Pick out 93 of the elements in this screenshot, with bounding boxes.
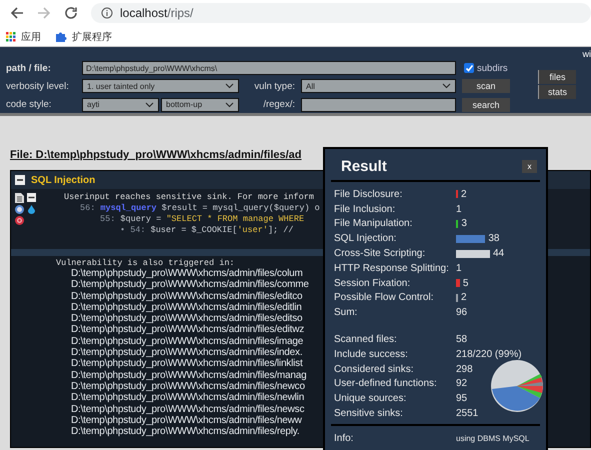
file-link[interactable]: D:\temp\phpstudy_pro\WWW\xhcms/admin/files/image	[56, 336, 304, 348]
file-link[interactable]: D:\temp\phpstudy_pro\WWW\xhcms/admin/files/newsc	[56, 404, 304, 415]
stat-label: HTTP Response Splitting:	[333, 262, 450, 274]
back-icon[interactable]	[10, 6, 24, 20]
stat-value: 5	[462, 278, 468, 289]
stat-value: 298	[456, 364, 473, 375]
stat-label: User-defined functions:	[333, 378, 438, 390]
stat-label: Unique sources:	[333, 393, 408, 404]
file-link[interactable]: D:\temp\phpstudy_pro\WWW\xhcms/admin/files/newco	[56, 380, 305, 392]
stat-label: Sensitive sinks:	[333, 408, 404, 420]
verbosity-dropdown[interactable]: 1. user tainted only	[82, 79, 239, 94]
stat-label: Scanned files:	[333, 334, 398, 346]
code-line: • 54: $user = $_COOKIE['user']; //	[119, 225, 294, 235]
bookmark[interactable]: 应用	[6, 30, 41, 44]
info-icon	[101, 7, 113, 19]
vulnerability-title: SQL Injection	[31, 174, 96, 186]
stat-value: 44	[493, 248, 504, 260]
info-value: using DBMS MySQL	[456, 434, 530, 443]
file-link[interactable]: D:\temp\phpstudy_pro\WWW\xhcms/admin/files/index.	[56, 347, 302, 358]
search-button[interactable]: search	[462, 98, 510, 112]
scan-button[interactable]: scan	[462, 79, 510, 94]
address-bar[interactable]: localhost/rips/	[91, 3, 591, 23]
stat-value: 3	[461, 218, 467, 230]
side-tab-button[interactable]: stats	[538, 85, 576, 99]
code-style-dropdown[interactable]: ayti	[82, 98, 159, 112]
stat-value: 218/220 (99%)	[456, 348, 522, 360]
code-style-label: code style:	[6, 99, 52, 110]
stat-value: 2551	[456, 408, 478, 420]
stat-value: 96	[456, 307, 468, 318]
code-line: 56: mysql_query $result = mysql_query($query) o	[79, 203, 320, 213]
puzzle-icon	[55, 31, 67, 43]
vuln-type-label: vuln type:	[253, 80, 296, 92]
stat-label: File Inclusion:	[333, 204, 396, 215]
collapse-icon[interactable]	[15, 175, 25, 185]
file-link[interactable]: D:\temp\phpstudy_pro\WWW\xhcms/admin/files/colum	[56, 268, 303, 280]
document-icon[interactable]	[15, 193, 24, 203]
chevron-down-icon	[225, 102, 234, 108]
stat-label: Include success:	[333, 348, 409, 360]
stat-value: 1	[456, 262, 462, 274]
vuln-type-dropdown[interactable]: All	[301, 79, 456, 94]
apps-grid-icon	[6, 32, 16, 42]
file-link[interactable]: D:\temp\phpstudy_pro\WWW\xhcms/admin/files/editco	[56, 290, 302, 302]
stat-label: Considered sinks:	[333, 364, 414, 375]
stat-label: Possible Flow Control:	[333, 292, 434, 304]
regex-field[interactable]	[301, 98, 456, 112]
path-field[interactable]: D:\temp\phpstudy_pro\WWW\xhcms\	[82, 61, 456, 76]
file-heading: File: D:\temp\phpstudy_pro\WWW\xhcms/admin/files/ad	[10, 149, 302, 161]
stat-value: 95	[456, 393, 468, 404]
info-label: Info:	[333, 432, 354, 444]
pie-chart-drawing	[491, 360, 543, 412]
stat-value: 92	[456, 378, 468, 390]
file-link[interactable]: D:\temp\phpstudy_pro\WWW\xhcms/admin/files/comme	[56, 279, 309, 291]
file-link[interactable]: D:\temp\phpstudy_pro\WWW\xhcms/admin/files/editwz	[56, 324, 304, 336]
stat-label: Sum:	[333, 307, 358, 318]
stat-label: File Manipulation:	[333, 218, 414, 230]
file-link[interactable]: D:\temp\phpstudy_pro\WWW\xhcms/admin/files/newlin	[56, 392, 304, 404]
chevron-down-icon	[225, 83, 234, 90]
file-link[interactable]: D:\temp\phpstudy_pro\WWW\xhcms/admin/files/reply.	[56, 426, 300, 438]
file-link[interactable]: D:\temp\phpstudy_pro\WWW\xhcms/admin/files/manag	[56, 370, 306, 381]
corner-text: wi	[582, 49, 591, 59]
chevron-down-icon	[442, 83, 451, 90]
stat-label: Session Fixation:	[333, 278, 412, 289]
droplet-icon[interactable]	[27, 205, 36, 214]
check-icon	[464, 64, 474, 73]
minimize-icon[interactable]	[27, 193, 36, 202]
verbosity-label: verbosity level:	[6, 80, 70, 92]
stat-value: 1	[456, 204, 462, 215]
stat-label: File Disclosure:	[333, 188, 404, 200]
stat-value: 2	[461, 292, 467, 304]
stat-label: SQL Injection:	[333, 233, 398, 244]
dialog-title: Result	[341, 158, 387, 174]
code-line: 55: $query = "SELECT * FROM manage WHERE	[99, 214, 304, 224]
close-button[interactable]: x	[522, 160, 537, 172]
side-tab-button[interactable]: files	[538, 70, 576, 84]
file-link[interactable]: D:\temp\phpstudy_pro\WWW\xhcms/admin/files/editlin	[56, 302, 302, 314]
reload-icon[interactable]	[64, 6, 78, 20]
order-dropdown[interactable]: bottom-up	[161, 98, 239, 112]
stat-label: Cross-Site Scripting:	[333, 248, 426, 260]
help-icon[interactable]	[15, 205, 24, 214]
target-icon[interactable]	[15, 216, 24, 225]
regex-label: /regex/:	[262, 99, 296, 110]
stat-value: 58	[456, 334, 468, 346]
file-link[interactable]: D:\temp\phpstudy_pro\WWW\xhcms/admin/files/linklist	[56, 358, 303, 370]
stat-value: 38	[488, 233, 500, 244]
subdirs-checkbox[interactable]: subdirs	[458, 62, 510, 74]
stat-value: 2	[461, 188, 467, 200]
path-label: path / file:	[6, 62, 52, 74]
chevron-down-icon	[145, 102, 154, 108]
sink-message: Userinput reaches sensitive sink. For more inform	[64, 192, 314, 202]
file-link[interactable]: D:\temp\phpstudy_pro\WWW\xhcms/admin/files/neww	[56, 414, 302, 426]
bookmark[interactable]: 扩展程序	[55, 30, 112, 44]
file-link[interactable]: D:\temp\phpstudy_pro\WWW\xhcms/admin/files/editso	[56, 313, 302, 324]
also-triggered-label: Vulnerability is also triggered in:	[56, 258, 235, 268]
